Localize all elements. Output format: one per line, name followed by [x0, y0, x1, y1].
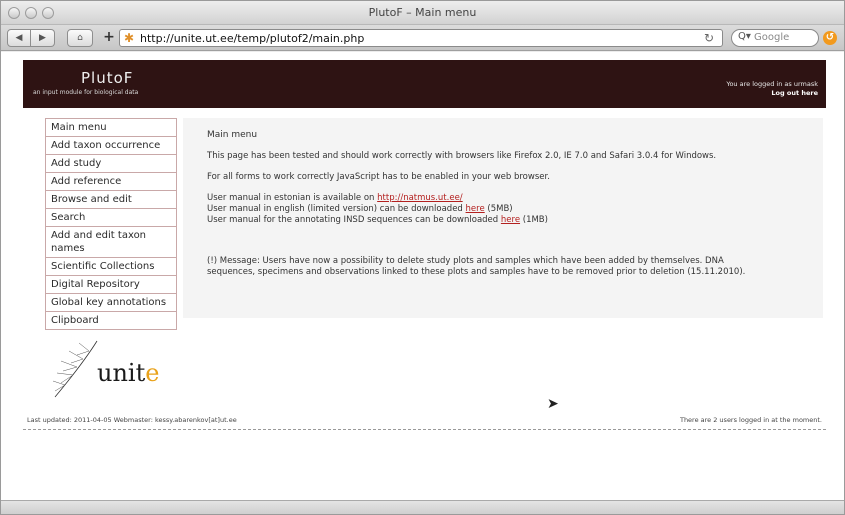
page-footer: Last updated: 2011-04-05 Webmaster: kess…: [23, 410, 826, 430]
browser-window: PlutoF – Main menu ◀ ▶ ⌂ + ✱ http://unit…: [0, 0, 845, 515]
unite-logo[interactable]: unite: [45, 337, 177, 401]
address-bar[interactable]: ✱ http://unite.ut.ee/temp/plutof2/main.p…: [119, 29, 723, 47]
message-line-2: sequences, specimens and observations li…: [207, 267, 746, 277]
header-banner: PlutoF an input module for biological da…: [23, 60, 826, 108]
forward-button[interactable]: ▶: [31, 29, 55, 47]
browser-toolbar: ◀ ▶ ⌂ + ✱ http://unite.ut.ee/temp/plutof…: [1, 25, 844, 51]
search-input[interactable]: Q▾ Google: [731, 29, 819, 47]
manual-english: User manual in english (limited version)…: [207, 204, 513, 214]
sidebar-item-global-key-annotations[interactable]: Global key annotations: [45, 294, 177, 312]
manual-estonian-link[interactable]: http://natmus.ut.ee/: [377, 193, 463, 203]
reload-icon[interactable]: ↻: [704, 31, 714, 45]
page-title: Main menu: [207, 130, 258, 140]
sidebar-item-add-study[interactable]: Add study: [45, 155, 177, 173]
manual-english-link[interactable]: here: [466, 204, 485, 214]
sidebar-item-taxon-names[interactable]: Add and edit taxon names: [45, 227, 177, 258]
sidebar-item-add-reference[interactable]: Add reference: [45, 173, 177, 191]
search-icon[interactable]: Q▾: [738, 31, 751, 42]
main-content: Main menu This page has been tested and …: [183, 118, 823, 318]
search-placeholder: Google: [754, 32, 790, 43]
unite-logo-text: unite: [97, 359, 160, 387]
manual-estonian: User manual in estonian is available on …: [207, 193, 463, 203]
mouse-cursor-icon: ➤: [547, 396, 559, 412]
manual-insd-link[interactable]: here: [501, 215, 520, 225]
web-page: PlutoF an input module for biological da…: [23, 60, 826, 432]
sidebar-item-clipboard[interactable]: Clipboard: [45, 312, 177, 330]
footer-users-online: There are 2 users logged in at the momen…: [679, 416, 822, 424]
plutof-logo[interactable]: PlutoF: [81, 69, 133, 87]
title-bar: PlutoF – Main menu: [1, 1, 844, 25]
add-bookmark-button[interactable]: +: [101, 30, 117, 46]
status-bar: [1, 500, 844, 514]
back-button[interactable]: ◀: [7, 29, 31, 47]
footer-updated: Last updated: 2011-04-05 Webmaster: kess…: [27, 416, 237, 424]
sidebar-item-search[interactable]: Search: [45, 209, 177, 227]
javascript-note: For all forms to work correctly JavaScri…: [207, 172, 550, 182]
window-title: PlutoF – Main menu: [368, 6, 477, 19]
message-line-1: (!) Message: Users have now a possibilit…: [207, 256, 724, 266]
sidebar-item-digital-repository[interactable]: Digital Repository: [45, 276, 177, 294]
sidebar-item-main-menu[interactable]: Main menu: [45, 118, 177, 137]
favicon-icon: ✱: [124, 31, 135, 45]
sidebar-item-scientific-collections[interactable]: Scientific Collections: [45, 258, 177, 276]
login-status: You are logged in as urmask: [726, 80, 818, 88]
url-text[interactable]: http://unite.ut.ee/temp/plutof2/main.php: [140, 32, 364, 45]
page-viewport: PlutoF an input module for biological da…: [1, 52, 844, 500]
browser-note: This page has been tested and should wor…: [207, 151, 717, 161]
logo-subtitle: an input module for biological data: [33, 89, 139, 96]
sidebar-item-browse-and-edit[interactable]: Browse and edit: [45, 191, 177, 209]
snapback-icon[interactable]: ↺: [823, 31, 837, 45]
sidebar-menu: Main menu Add taxon occurrence Add study…: [45, 118, 177, 330]
sidebar-item-add-taxon-occurrence[interactable]: Add taxon occurrence: [45, 137, 177, 155]
home-button[interactable]: ⌂: [67, 29, 93, 47]
logout-link[interactable]: Log out here: [771, 89, 818, 97]
manual-insd: User manual for the annotating INSD sequ…: [207, 215, 548, 225]
